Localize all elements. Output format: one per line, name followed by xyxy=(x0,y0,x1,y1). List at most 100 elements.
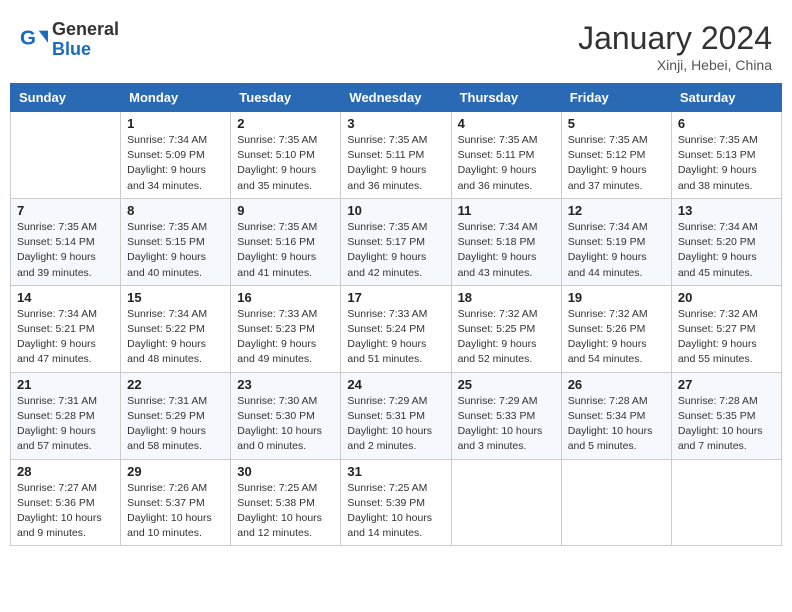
day-number: 14 xyxy=(17,290,114,305)
day-number: 1 xyxy=(127,116,224,131)
calendar-cell: 12 Sunrise: 7:34 AMSunset: 5:19 PMDayligh… xyxy=(561,198,671,285)
calendar-cell: 20 Sunrise: 7:32 AMSunset: 5:27 PMDayligh… xyxy=(671,285,781,372)
day-number: 30 xyxy=(237,464,334,479)
week-row-2: 7 Sunrise: 7:35 AMSunset: 5:14 PMDaylight… xyxy=(11,198,782,285)
day-number: 17 xyxy=(347,290,444,305)
day-info: Sunrise: 7:25 AMSunset: 5:38 PMDaylight:… xyxy=(237,481,334,542)
logo-icon: G xyxy=(20,26,48,54)
day-number: 9 xyxy=(237,203,334,218)
day-number: 2 xyxy=(237,116,334,131)
day-number: 27 xyxy=(678,377,775,392)
day-info: Sunrise: 7:33 AMSunset: 5:23 PMDaylight:… xyxy=(237,307,334,368)
day-number: 13 xyxy=(678,203,775,218)
day-number: 4 xyxy=(458,116,555,131)
calendar-cell: 23 Sunrise: 7:30 AMSunset: 5:30 PMDayligh… xyxy=(231,372,341,459)
weekday-header-sunday: Sunday xyxy=(11,84,121,112)
day-number: 8 xyxy=(127,203,224,218)
day-info: Sunrise: 7:35 AMSunset: 5:16 PMDaylight:… xyxy=(237,220,334,281)
calendar-cell: 4 Sunrise: 7:35 AMSunset: 5:11 PMDaylight… xyxy=(451,112,561,199)
day-number: 3 xyxy=(347,116,444,131)
weekday-header-monday: Monday xyxy=(121,84,231,112)
calendar-cell: 19 Sunrise: 7:32 AMSunset: 5:26 PMDayligh… xyxy=(561,285,671,372)
day-number: 26 xyxy=(568,377,665,392)
weekday-header-row: SundayMondayTuesdayWednesdayThursdayFrid… xyxy=(11,84,782,112)
day-info: Sunrise: 7:35 AMSunset: 5:12 PMDaylight:… xyxy=(568,133,665,194)
day-info: Sunrise: 7:27 AMSunset: 5:36 PMDaylight:… xyxy=(17,481,114,542)
weekday-header-tuesday: Tuesday xyxy=(231,84,341,112)
calendar-cell: 26 Sunrise: 7:28 AMSunset: 5:34 PMDayligh… xyxy=(561,372,671,459)
calendar-cell: 30 Sunrise: 7:25 AMSunset: 5:38 PMDayligh… xyxy=(231,459,341,546)
calendar-cell: 16 Sunrise: 7:33 AMSunset: 5:23 PMDayligh… xyxy=(231,285,341,372)
day-info: Sunrise: 7:28 AMSunset: 5:35 PMDaylight:… xyxy=(678,394,775,455)
calendar-cell: 1 Sunrise: 7:34 AMSunset: 5:09 PMDaylight… xyxy=(121,112,231,199)
day-number: 29 xyxy=(127,464,224,479)
calendar-cell: 29 Sunrise: 7:26 AMSunset: 5:37 PMDayligh… xyxy=(121,459,231,546)
calendar-cell xyxy=(11,112,121,199)
week-row-4: 21Sunrise: 7:31 AMSunset: 5:28 PMDayligh… xyxy=(11,372,782,459)
calendar-cell: 5 Sunrise: 7:35 AMSunset: 5:12 PMDaylight… xyxy=(561,112,671,199)
logo-text: General Blue xyxy=(52,20,119,60)
calendar-cell: 15Sunrise: 7:34 AMSunset: 5:22 PMDayligh… xyxy=(121,285,231,372)
day-info: Sunrise: 7:35 AMSunset: 5:11 PMDaylight:… xyxy=(458,133,555,194)
calendar-cell: 31Sunrise: 7:25 AMSunset: 5:39 PMDayligh… xyxy=(341,459,451,546)
title-block: January 2024 Xinji, Hebei, China xyxy=(578,20,772,73)
calendar-table: SundayMondayTuesdayWednesdayThursdayFrid… xyxy=(10,83,782,546)
day-info: Sunrise: 7:33 AMSunset: 5:24 PMDaylight:… xyxy=(347,307,444,368)
calendar-cell: 18Sunrise: 7:32 AMSunset: 5:25 PMDayligh… xyxy=(451,285,561,372)
day-info: Sunrise: 7:34 AMSunset: 5:22 PMDaylight:… xyxy=(127,307,224,368)
week-row-1: 1 Sunrise: 7:34 AMSunset: 5:09 PMDaylight… xyxy=(11,112,782,199)
calendar-cell: 22Sunrise: 7:31 AMSunset: 5:29 PMDayligh… xyxy=(121,372,231,459)
day-info: Sunrise: 7:32 AMSunset: 5:26 PMDaylight:… xyxy=(568,307,665,368)
day-number: 16 xyxy=(237,290,334,305)
day-number: 20 xyxy=(678,290,775,305)
day-number: 11 xyxy=(458,203,555,218)
calendar-cell: 2Sunrise: 7:35 AMSunset: 5:10 PMDaylight… xyxy=(231,112,341,199)
day-info: Sunrise: 7:35 AMSunset: 5:15 PMDaylight:… xyxy=(127,220,224,281)
day-info: Sunrise: 7:35 AMSunset: 5:11 PMDaylight:… xyxy=(347,133,444,194)
day-info: Sunrise: 7:34 AMSunset: 5:09 PMDaylight:… xyxy=(127,133,224,194)
weekday-header-thursday: Thursday xyxy=(451,84,561,112)
calendar-cell xyxy=(451,459,561,546)
calendar-cell: 8 Sunrise: 7:35 AMSunset: 5:15 PMDaylight… xyxy=(121,198,231,285)
day-info: Sunrise: 7:34 AMSunset: 5:21 PMDaylight:… xyxy=(17,307,114,368)
calendar-cell: 7 Sunrise: 7:35 AMSunset: 5:14 PMDaylight… xyxy=(11,198,121,285)
day-info: Sunrise: 7:30 AMSunset: 5:30 PMDaylight:… xyxy=(237,394,334,455)
calendar-cell: 13 Sunrise: 7:34 AMSunset: 5:20 PMDayligh… xyxy=(671,198,781,285)
calendar-cell: 3 Sunrise: 7:35 AMSunset: 5:11 PMDaylight… xyxy=(341,112,451,199)
day-number: 7 xyxy=(17,203,114,218)
day-info: Sunrise: 7:35 AMSunset: 5:13 PMDaylight:… xyxy=(678,133,775,194)
calendar-cell xyxy=(671,459,781,546)
day-number: 5 xyxy=(568,116,665,131)
week-row-5: 28 Sunrise: 7:27 AMSunset: 5:36 PMDayligh… xyxy=(11,459,782,546)
calendar-cell: 17 Sunrise: 7:33 AMSunset: 5:24 PMDayligh… xyxy=(341,285,451,372)
weekday-header-friday: Friday xyxy=(561,84,671,112)
day-info: Sunrise: 7:34 AMSunset: 5:19 PMDaylight:… xyxy=(568,220,665,281)
weekday-header-saturday: Saturday xyxy=(671,84,781,112)
day-info: Sunrise: 7:29 AMSunset: 5:31 PMDaylight:… xyxy=(347,394,444,455)
day-info: Sunrise: 7:26 AMSunset: 5:37 PMDaylight:… xyxy=(127,481,224,542)
logo: G General Blue xyxy=(20,20,119,60)
day-number: 10 xyxy=(347,203,444,218)
day-number: 12 xyxy=(568,203,665,218)
calendar-cell: 24 Sunrise: 7:29 AMSunset: 5:31 PMDayligh… xyxy=(341,372,451,459)
day-number: 31 xyxy=(347,464,444,479)
day-number: 6 xyxy=(678,116,775,131)
day-number: 18 xyxy=(458,290,555,305)
calendar-cell: 11Sunrise: 7:34 AMSunset: 5:18 PMDayligh… xyxy=(451,198,561,285)
day-number: 19 xyxy=(568,290,665,305)
week-row-3: 14 Sunrise: 7:34 AMSunset: 5:21 PMDayligh… xyxy=(11,285,782,372)
day-info: Sunrise: 7:34 AMSunset: 5:20 PMDaylight:… xyxy=(678,220,775,281)
calendar-cell: 25Sunrise: 7:29 AMSunset: 5:33 PMDayligh… xyxy=(451,372,561,459)
day-number: 28 xyxy=(17,464,114,479)
calendar-cell xyxy=(561,459,671,546)
day-info: Sunrise: 7:28 AMSunset: 5:34 PMDaylight:… xyxy=(568,394,665,455)
day-number: 23 xyxy=(237,377,334,392)
day-info: Sunrise: 7:31 AMSunset: 5:28 PMDaylight:… xyxy=(17,394,114,455)
location: Xinji, Hebei, China xyxy=(578,57,772,73)
day-info: Sunrise: 7:32 AMSunset: 5:27 PMDaylight:… xyxy=(678,307,775,368)
day-number: 24 xyxy=(347,377,444,392)
svg-text:G: G xyxy=(20,26,36,49)
day-number: 22 xyxy=(127,377,224,392)
calendar-cell: 9 Sunrise: 7:35 AMSunset: 5:16 PMDaylight… xyxy=(231,198,341,285)
day-info: Sunrise: 7:35 AMSunset: 5:14 PMDaylight:… xyxy=(17,220,114,281)
